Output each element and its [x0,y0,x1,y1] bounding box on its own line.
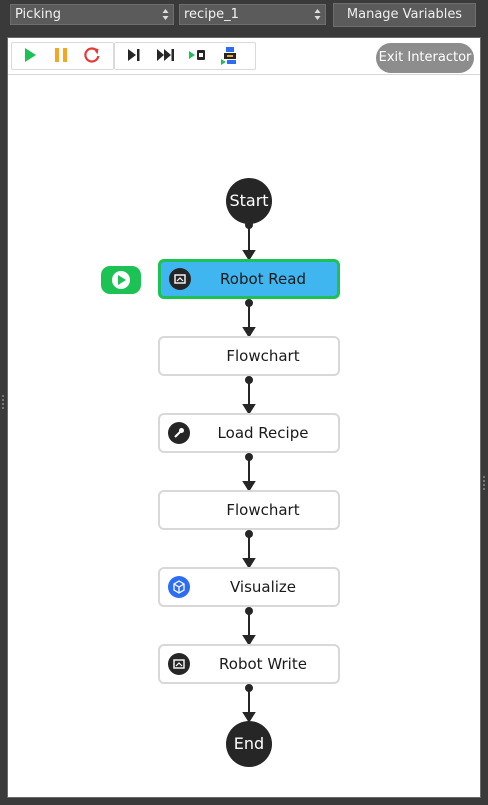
left-splitter-handle[interactable] [2,395,4,409]
cube-icon [168,576,190,598]
step-into-button[interactable] [188,45,208,65]
top-bar: Picking recipe_1 Manage Variables [0,0,488,32]
select-arrows-icon [162,7,169,22]
start-node[interactable]: Start [226,178,272,224]
debug-robot-button[interactable] [220,45,240,65]
restart-icon [84,47,100,63]
step-forward-button[interactable] [124,45,144,65]
fast-forward-icon [157,49,174,61]
exit-interactor-button[interactable]: Exit Interactor [376,43,474,73]
flow-canvas: Start Robot Read Flowchart Load Recipe F… [8,75,480,797]
robot-write-icon [168,653,190,675]
end-node[interactable]: End [226,721,272,767]
flow-node-label: Robot Read [220,270,306,288]
flow-node-label: Flowchart [226,347,300,365]
step-into-icon [189,50,205,60]
toolbar: Exit Interactor [8,38,480,75]
flow-node-label: Flowchart [226,501,300,519]
flow-node-robot-read[interactable]: Robot Read [158,259,340,299]
app-select[interactable]: Picking [10,4,174,25]
robot-read-icon [169,268,191,290]
pause-icon [55,48,67,62]
flow-node-load-recipe[interactable]: Load Recipe [158,413,340,453]
run-icon [25,48,36,62]
recipe-select[interactable]: recipe_1 [179,4,326,25]
flow-node-label: Visualize [229,578,297,596]
select-arrows-icon [314,7,321,22]
flow-node-flowchart-2[interactable]: Flowchart [158,490,340,530]
recipe-select-value: recipe_1 [184,7,239,22]
debug-robot-icon [221,47,236,65]
current-step-marker [101,266,141,294]
manage-variables-button[interactable]: Manage Variables [333,3,476,27]
app-select-value: Picking [15,7,61,22]
flow-node-visualize[interactable]: Visualize [158,567,340,607]
step-forward-icon [128,49,140,61]
flow-node-label: Load Recipe [217,424,309,442]
wrench-icon [168,422,190,444]
flow-panel: Exit Interactor Start Robot Read Flowcha… [7,37,481,798]
run-button[interactable] [20,45,40,65]
fast-forward-button[interactable] [156,45,176,65]
right-splitter-handle[interactable] [483,476,485,490]
restart-button[interactable] [82,45,102,65]
flow-node-flowchart-1[interactable]: Flowchart [158,336,340,376]
flow-node-robot-write[interactable]: Robot Write [158,644,340,684]
play-icon [112,271,130,289]
pause-button[interactable] [51,45,71,65]
flow-node-label: Robot Write [219,655,307,673]
